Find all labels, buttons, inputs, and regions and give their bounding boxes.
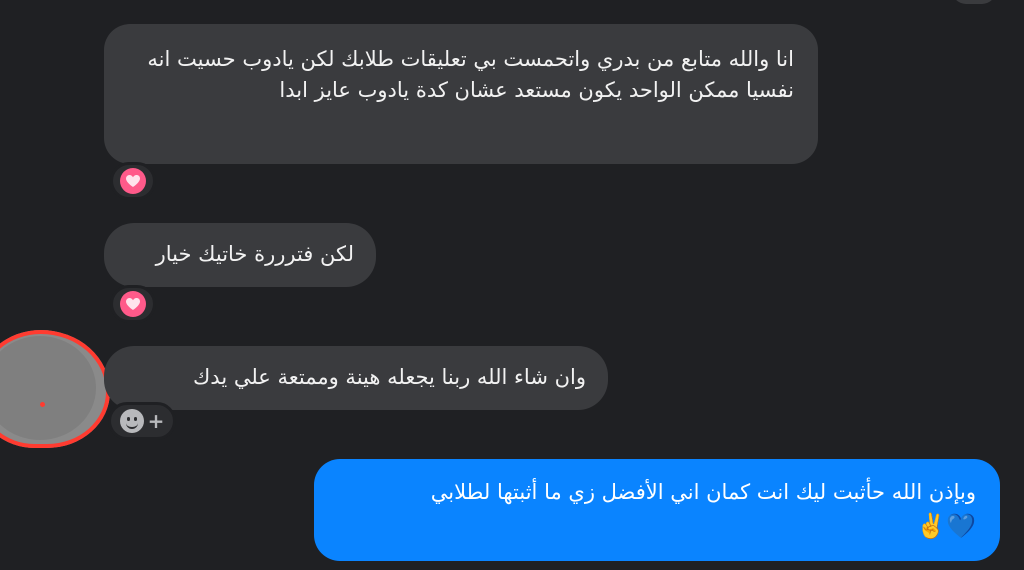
incoming-message-3[interactable]: وان شاء الله ربنا يجعله هينة وممتعة علي … <box>104 346 608 410</box>
reaction-badge[interactable] <box>110 285 156 323</box>
heart-icon <box>120 291 146 317</box>
reaction-badge[interactable] <box>110 162 156 200</box>
add-reaction-button[interactable]: + <box>108 402 176 440</box>
message-emoji: 💙✌️ <box>916 512 976 540</box>
message-text: لكن فترررة خاتيك خيار <box>155 242 354 266</box>
outgoing-message[interactable]: وبإذن الله حأثبت ليك انت كمان اني الأفضل… <box>314 459 1000 561</box>
heart-icon <box>120 168 146 194</box>
avatar-blur <box>0 336 96 440</box>
previous-message-edge <box>952 0 996 4</box>
message-text: انا والله متابع من بدري واتحمست بي تعليق… <box>147 47 794 102</box>
message-text: وان شاء الله ربنا يجعله هينة وممتعة علي … <box>192 365 586 389</box>
smiley-icon <box>119 409 144 433</box>
avatar-dot <box>40 402 45 407</box>
avatar[interactable] <box>0 330 110 448</box>
message-text: وبإذن الله حأثبت ليك انت كمان اني الأفضل… <box>430 480 976 504</box>
incoming-message-1[interactable]: انا والله متابع من بدري واتحمست بي تعليق… <box>104 24 818 164</box>
chat-thread: انا والله متابع من بدري واتحمست بي تعليق… <box>0 0 1024 570</box>
plus-icon: + <box>147 409 165 433</box>
incoming-message-2[interactable]: لكن فترررة خاتيك خيار <box>104 223 376 287</box>
